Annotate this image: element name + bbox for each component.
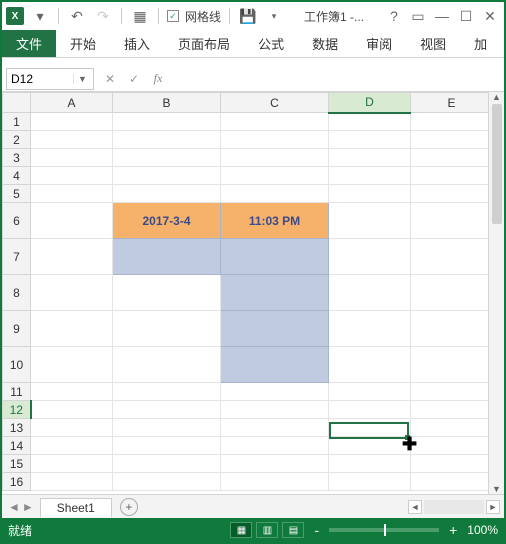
title-bar: X ▾ ↶ ↷ ▦ ✓ 网格线 💾 ▾ 工作簿1 -... ? ▭ — ☐ ✕	[2, 2, 504, 30]
cell-b7[interactable]	[113, 239, 221, 275]
borders-icon[interactable]: ▦	[130, 6, 150, 26]
cell-d12[interactable]	[329, 401, 411, 419]
document-title: 工作簿1 -...	[284, 8, 384, 25]
sheet-tab-bar: ◄ ► Sheet1 + ◄ ►	[2, 494, 504, 518]
col-header-a[interactable]: A	[31, 93, 113, 113]
row-header[interactable]: 2	[3, 131, 31, 149]
help-icon[interactable]: ?	[384, 6, 404, 26]
hscroll-left-icon[interactable]: ◄	[408, 500, 422, 514]
row-header[interactable]: 16	[3, 473, 31, 491]
gridlines-checkbox[interactable]: ✓	[167, 10, 179, 22]
view-page-break-icon[interactable]: ▤	[282, 522, 304, 538]
close-icon[interactable]: ✕	[480, 6, 500, 26]
row-header[interactable]: 6	[3, 203, 31, 239]
zoom-level[interactable]: 100%	[467, 523, 498, 537]
tab-page-layout[interactable]: 页面布局	[164, 30, 244, 57]
col-header-e[interactable]: E	[411, 93, 489, 113]
cell-c8[interactable]	[221, 275, 329, 311]
file-tab[interactable]: 文件	[2, 30, 56, 57]
fx-icon[interactable]: fx	[148, 71, 168, 86]
qat-dropdown-icon[interactable]: ▾	[30, 6, 50, 26]
hscroll-right-icon[interactable]: ►	[486, 500, 500, 514]
tab-view[interactable]: 视图	[406, 30, 460, 57]
row-header[interactable]: 9	[3, 311, 31, 347]
name-box[interactable]: ▼	[6, 68, 94, 90]
undo-icon[interactable]: ↶	[67, 6, 87, 26]
row-header[interactable]: 12	[3, 401, 31, 419]
scroll-down-icon[interactable]: ▼	[492, 484, 501, 494]
sheet-nav-next-icon[interactable]: ►	[22, 500, 34, 514]
zoom-out-button[interactable]: -	[314, 522, 319, 538]
select-all-corner[interactable]	[3, 93, 31, 113]
cancel-icon[interactable]: ✕	[100, 72, 120, 86]
row-header[interactable]: 8	[3, 275, 31, 311]
window-controls: ? ▭ — ☐ ✕	[384, 6, 500, 26]
cell-c10[interactable]	[221, 347, 329, 383]
sheet-nav-prev-icon[interactable]: ◄	[8, 500, 20, 514]
cell-c6[interactable]: 11:03 PM	[221, 203, 329, 239]
add-sheet-button[interactable]: +	[120, 498, 138, 516]
tab-home[interactable]: 开始	[56, 30, 110, 57]
qat-more-icon[interactable]: ▾	[264, 6, 284, 26]
tab-insert[interactable]: 插入	[110, 30, 164, 57]
vertical-scrollbar[interactable]: ▲ ▼	[488, 92, 504, 494]
tab-data[interactable]: 数据	[298, 30, 352, 57]
name-box-dropdown-icon[interactable]: ▼	[73, 74, 91, 84]
status-bar: 就绪 ▦ ▥ ▤ - + 100%	[2, 518, 504, 542]
tab-more[interactable]: 加	[460, 30, 501, 57]
zoom-slider[interactable]	[329, 528, 439, 532]
enter-icon[interactable]: ✓	[124, 72, 144, 86]
maximize-icon[interactable]: ☐	[456, 6, 476, 26]
col-header-c[interactable]: C	[221, 93, 329, 113]
quick-access-toolbar: X ▾ ↶ ↷ ▦ ✓ 网格线 💾 ▾	[6, 6, 284, 26]
name-box-input[interactable]	[7, 72, 73, 86]
tab-review[interactable]: 审阅	[352, 30, 406, 57]
gridlines-label: 网格线	[185, 8, 221, 25]
col-header-b[interactable]: B	[113, 93, 221, 113]
hscroll-track[interactable]	[424, 500, 484, 514]
col-header-d[interactable]: D	[329, 93, 411, 113]
row-header[interactable]: 14	[3, 437, 31, 455]
zoom-in-button[interactable]: +	[449, 522, 457, 538]
row-header[interactable]: 7	[3, 239, 31, 275]
row-header[interactable]: 13	[3, 419, 31, 437]
row-header[interactable]: 4	[3, 167, 31, 185]
cell-b6[interactable]: 2017-3-4	[113, 203, 221, 239]
view-page-layout-icon[interactable]: ▥	[256, 522, 278, 538]
cell-c9[interactable]	[221, 311, 329, 347]
tab-formulas[interactable]: 公式	[244, 30, 298, 57]
ribbon-options-icon[interactable]: ▭	[408, 6, 428, 26]
horizontal-scrollbar[interactable]: ◄ ►	[138, 500, 504, 514]
ribbon-tabs: 文件 开始 插入 页面布局 公式 数据 审阅 视图 加	[2, 30, 504, 58]
worksheet-area: A B C D E 1 2 3 4 5 62017-3-411:03 PM 7 …	[2, 92, 504, 494]
scroll-up-icon[interactable]: ▲	[492, 92, 501, 102]
row-header[interactable]: 3	[3, 149, 31, 167]
formula-bar: ▼ ✕ ✓ fx	[2, 66, 504, 92]
row-header[interactable]: 10	[3, 347, 31, 383]
redo-icon[interactable]: ↷	[93, 6, 113, 26]
view-normal-icon[interactable]: ▦	[230, 522, 252, 538]
row-header[interactable]: 15	[3, 455, 31, 473]
save-icon[interactable]: 💾	[238, 6, 258, 26]
row-header[interactable]: 11	[3, 383, 31, 401]
row-header[interactable]: 5	[3, 185, 31, 203]
sheet-tab-active[interactable]: Sheet1	[40, 498, 112, 517]
minimize-icon[interactable]: —	[432, 6, 452, 26]
scrollbar-thumb[interactable]	[492, 104, 502, 224]
row-header[interactable]: 1	[3, 113, 31, 131]
status-ready: 就绪	[8, 522, 32, 539]
spreadsheet-grid[interactable]: A B C D E 1 2 3 4 5 62017-3-411:03 PM 7 …	[2, 92, 488, 491]
cell-c7[interactable]	[221, 239, 329, 275]
excel-icon: X	[6, 7, 24, 25]
